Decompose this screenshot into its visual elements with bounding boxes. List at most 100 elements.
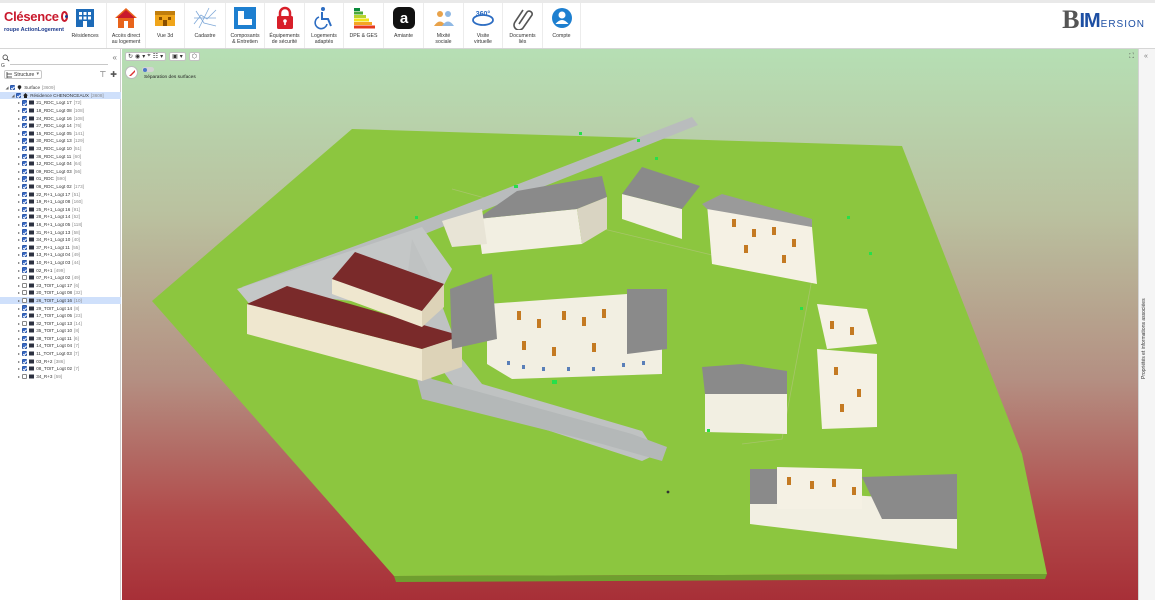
tree-row[interactable]: ▸ 10_R+1_Logt 03 [44]: [0, 259, 121, 267]
tree-checkbox[interactable]: [22, 244, 28, 250]
tree-checkbox[interactable]: [22, 335, 28, 341]
tool-vue-3d[interactable]: Vue 3d: [146, 3, 185, 48]
cube-view-button[interactable]: ⬡: [188, 52, 201, 61]
tree-row[interactable]: ▸ 34_R+1_Logt 10 [40]: [0, 236, 121, 244]
tree-row[interactable]: ▸ 35_TOIT_Logt 10 [8]: [0, 327, 121, 335]
crosshair-icon[interactable]: ⌖: [147, 53, 150, 60]
tree-checkbox[interactable]: [22, 267, 28, 273]
tree-row[interactable]: ▸ 37_R+1_Logt 11 [55]: [0, 243, 121, 251]
tool-residences[interactable]: Résidences: [64, 3, 107, 48]
tree-checkbox[interactable]: [22, 138, 28, 144]
search-input[interactable]: [10, 53, 108, 65]
tool-dpe-ges[interactable]: DPE & GES: [344, 3, 384, 48]
tree-checkbox[interactable]: [22, 199, 28, 205]
tree-checkbox[interactable]: [22, 145, 28, 152]
measure-tool-button[interactable]: [125, 66, 138, 79]
tool-acces-direct[interactable]: Accès direct au logement: [107, 3, 146, 48]
tree-checkbox[interactable]: [10, 85, 16, 91]
filter-icon[interactable]: ⊤: [99, 70, 106, 79]
tool-documents-lies[interactable]: Documents liés: [503, 3, 543, 48]
brand-logo[interactable]: Clésence roupe ActionLogement: [4, 9, 68, 45]
tool-mixite[interactable]: Mixité sociale: [424, 3, 464, 48]
tree-row[interactable]: ▸ 22_R+1_Logt 17 [51]: [0, 190, 121, 198]
collapse-panel-icon[interactable]: «: [113, 53, 117, 62]
tree-checkbox[interactable]: [22, 328, 28, 334]
tree-checkbox[interactable]: [22, 275, 28, 281]
tree-row[interactable]: ▸ 09_RDC_Logt 03 [56]: [0, 168, 121, 176]
tree-row[interactable]: ▸ 03_R+2 [386]: [0, 357, 121, 365]
tree-row[interactable]: ▸ 27_RDC_Logt 14 [76]: [0, 122, 121, 130]
tree-checkbox[interactable]: [16, 92, 22, 98]
tree-checkbox[interactable]: [22, 366, 28, 372]
tree-checkbox[interactable]: [22, 373, 28, 379]
tree-checkbox[interactable]: [22, 176, 28, 182]
tree-row[interactable]: ▸ 17_TOIT_Logt 05 [23]: [0, 312, 121, 320]
tree-checkbox[interactable]: [22, 358, 28, 364]
tool-compte[interactable]: Compte: [543, 3, 581, 48]
tree-checkbox[interactable]: [22, 229, 28, 235]
tree-checkbox[interactable]: [22, 161, 28, 167]
tree-checkbox[interactable]: [22, 350, 28, 357]
tool-composants[interactable]: Composants & Entretien: [226, 3, 265, 48]
tree-row[interactable]: ▸ 14_TOIT_Logt 04 [7]: [0, 342, 121, 350]
tree-row[interactable]: ▸ 12_RDC_Logt 04 [64]: [0, 160, 121, 168]
expand-all-icon[interactable]: ✚: [110, 70, 117, 79]
tree-row[interactable]: ▸ 13_R+1_Logt 04 [49]: [0, 251, 121, 259]
fullscreen-icon[interactable]: ⛶: [1129, 53, 1134, 61]
tree-row[interactable]: ▸ 29_TOIT_Logt 14 [8]: [0, 304, 121, 312]
tree-row[interactable]: ▸ 31_R+1_Logt 13 [58]: [0, 228, 121, 236]
tree-checkbox[interactable]: [22, 305, 28, 311]
tree-checkbox[interactable]: [22, 115, 28, 121]
chevron-down-icon[interactable]: ▾: [160, 53, 163, 60]
properties-tab[interactable]: Propriétés et informations associées: [1141, 289, 1153, 389]
tree-row[interactable]: ▸ 01_RDC [590]: [0, 175, 121, 183]
tree-row[interactable]: ▸ 18_RDC_Logt 08 [108]: [0, 107, 121, 115]
search-icon[interactable]: [2, 53, 10, 63]
tree-checkbox[interactable]: [22, 259, 28, 266]
tree-checkbox[interactable]: [22, 153, 28, 159]
tree-checkbox[interactable]: [22, 168, 28, 174]
tree-row[interactable]: ▸ 19_R+1_Logt 08 [160]: [0, 198, 121, 206]
tree-row[interactable]: ▸ 33_RDC_Logt 10 [51]: [0, 145, 121, 153]
tree-row[interactable]: ▸ 32_TOIT_Logt 13 [14]: [0, 319, 121, 327]
tree-checkbox[interactable]: [22, 343, 28, 349]
tree-row[interactable]: ▸ 28_R+1_Logt 14 [52]: [0, 213, 121, 221]
structure-select[interactable]: Structure ▾: [4, 70, 42, 79]
eye-icon[interactable]: ◉: [135, 53, 140, 60]
tree-checkbox[interactable]: [22, 183, 28, 190]
tree-row[interactable]: ▸ 23_TOIT_Logt 17 [6]: [0, 281, 121, 289]
separation-toggle[interactable]: [142, 67, 154, 72]
tree-row[interactable]: ▸ 02_R+1 [499]: [0, 266, 121, 274]
tree-row[interactable]: ▸ 20_TOIT_Logt 08 [32]: [0, 289, 121, 297]
tree-row[interactable]: ▸ 38_TOIT_Logt 11 [6]: [0, 335, 121, 343]
tree-checkbox[interactable]: [22, 282, 28, 288]
tree-row[interactable]: ▸ 08_TOIT_Logt 02 [7]: [0, 365, 121, 373]
tree-checkbox[interactable]: [22, 130, 28, 136]
tree-checkbox[interactable]: [22, 237, 28, 243]
tree-row[interactable]: ▸ 06_RDC_Logt 02 [173]: [0, 183, 121, 191]
tool-logements-adaptes[interactable]: Logements adaptés: [305, 3, 344, 48]
tree-row[interactable]: ▸ 34_R+3 [59]: [0, 373, 121, 381]
tree-row[interactable]: ▸ 21_RDC_Logt 17 [72]: [0, 99, 121, 107]
tree-checkbox[interactable]: [22, 206, 28, 212]
tree-checkbox[interactable]: [22, 297, 28, 304]
camera-button[interactable]: ▣ ▾: [169, 52, 186, 61]
tree-row[interactable]: ▸ 11_TOIT_Logt 03 [7]: [0, 350, 121, 358]
tree-row[interactable]: ▸ 15_RDC_Logt 05 [141]: [0, 130, 121, 138]
tree-checkbox[interactable]: [22, 191, 28, 197]
tool-amiante[interactable]: a Amiante: [384, 3, 424, 48]
tree-checkbox[interactable]: [22, 214, 28, 220]
tree-row[interactable]: ▸ 36_RDC_Logt 11 [60]: [0, 152, 121, 160]
tree-row[interactable]: ▸ 30_RDC_Logt 13 [129]: [0, 137, 121, 145]
tree-checkbox[interactable]: [22, 100, 28, 106]
tree-checkbox[interactable]: [22, 320, 28, 326]
tree-row[interactable]: ◢ Résidence CHENONCEAUX [3608]: [0, 91, 121, 100]
rotate-icon[interactable]: ↻: [128, 53, 133, 60]
chevron-down-icon[interactable]: ▾: [142, 53, 145, 60]
tree-row[interactable]: ▸ 24_RDC_Logt 16 [108]: [0, 114, 121, 122]
3d-scene[interactable]: [122, 49, 1138, 600]
tree-row[interactable]: ▸ 07_R+1_Logt 02 [49]: [0, 274, 121, 282]
tool-visite-virtuelle[interactable]: 360° Visite virtuelle: [464, 3, 503, 48]
tree-checkbox[interactable]: [22, 123, 28, 129]
tree-row[interactable]: ▸ 16_R+1_Logt 05 [118]: [0, 221, 121, 229]
